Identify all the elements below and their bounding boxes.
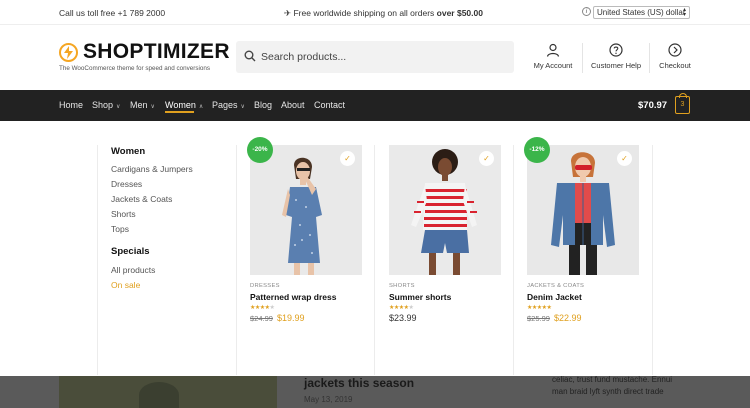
product-name[interactable]: Denim Jacket (527, 292, 582, 302)
sale-price: $19.99 (277, 313, 305, 323)
divider (649, 43, 650, 73)
arrow-right-circle-icon (668, 43, 682, 57)
nav-about[interactable]: About (281, 100, 305, 110)
star-rating: ★★★★★ (389, 305, 414, 311)
cart-total[interactable]: $70.97 (638, 100, 667, 111)
call-text: Call us toll free +1 789 2000 (59, 8, 166, 18)
select-arrows-icon: ▴ ▾ (682, 7, 686, 18)
discount-badge: -20% (247, 137, 273, 163)
help-icon (609, 43, 623, 57)
active-nav-underline (165, 111, 194, 113)
chevron-down-icon: ∨ (240, 104, 245, 110)
nav-men[interactable]: Men ∨ (130, 100, 155, 110)
column-divider (236, 145, 237, 375)
star-rating: ★★★★★ (250, 305, 275, 311)
product-category[interactable]: JACKETS & COATS (527, 283, 584, 289)
search-icon (244, 50, 256, 62)
column-divider (513, 145, 514, 375)
chevron-down-icon: ∨ (150, 104, 155, 110)
nav-home[interactable]: Home (59, 100, 83, 110)
site-header: SHOPTIMIZER The WooCommerce theme for sp… (0, 25, 750, 90)
menu-link-tops[interactable]: Tops (111, 224, 129, 234)
product-name[interactable]: Patterned wrap dress (250, 292, 336, 302)
menu-link-on-sale[interactable]: On sale (111, 280, 140, 290)
discount-badge: -12% (524, 137, 550, 163)
menu-link-jackets[interactable]: Jackets & Coats (111, 194, 172, 204)
chevron-up-icon: ∧ (198, 104, 204, 110)
sale-price: $22.99 (554, 313, 582, 323)
user-icon (546, 43, 560, 57)
blog-excerpt: celiac, trust fund mustache. Ennui man b… (552, 376, 673, 396)
product-name[interactable]: Summer shorts (389, 292, 451, 302)
nav-blog[interactable]: Blog (254, 100, 272, 110)
tagline: The WooCommerce theme for speed and conv… (59, 65, 211, 72)
checkout-link[interactable]: Checkout (656, 43, 694, 70)
column-divider (97, 145, 98, 375)
currency-select[interactable]: United States (US) dollar ▴ ▾ (593, 6, 690, 19)
column-divider (652, 145, 653, 375)
lightning-logo-icon[interactable] (59, 43, 78, 62)
chevron-down-icon: ∨ (116, 104, 121, 110)
menu-heading-specials[interactable]: Specials (111, 246, 150, 257)
nav-women[interactable]: Women ∧ (165, 100, 203, 110)
shipping-notice: ✈ Free worldwide shipping on all orders … (284, 8, 483, 18)
wishlist-check-icon[interactable]: ✓ (479, 151, 494, 166)
my-account-link[interactable]: My Account (530, 43, 576, 70)
star-rating: ★★★★★ (527, 305, 552, 311)
blog-post-image (59, 376, 277, 408)
nav-contact[interactable]: Contact (314, 100, 345, 110)
price: $23.99 (389, 313, 417, 323)
nav-pages[interactable]: Pages ∨ (212, 100, 245, 110)
old-price: $25.99 (527, 314, 550, 323)
menu-link-all-products[interactable]: All products (111, 265, 155, 275)
customer-help-link[interactable]: Customer Help (589, 43, 643, 70)
menu-link-dresses[interactable]: Dresses (111, 179, 142, 189)
menu-link-cardigans[interactable]: Cardigans & Jumpers (111, 164, 193, 174)
column-divider (374, 145, 375, 375)
top-bar: Call us toll free +1 789 2000 ✈ Free wor… (0, 0, 750, 25)
blog-post-title: jackets this season (304, 376, 415, 390)
blog-post-date: May 13, 2019 (304, 395, 353, 404)
search-box (236, 41, 514, 73)
wishlist-check-icon[interactable]: ✓ (340, 151, 355, 166)
women-mega-menu: Women Cardigans & Jumpers Dresses Jacket… (0, 121, 750, 376)
product-category[interactable]: SHORTS (389, 283, 415, 289)
divider (582, 43, 583, 73)
old-price: $24.99 (250, 314, 273, 323)
logo-text[interactable]: SHOPTIMIZER (83, 40, 230, 64)
cart-bag-icon[interactable]: 3 (675, 93, 690, 114)
info-icon[interactable]: i (582, 7, 591, 16)
page-content-overlay: jackets this season May 13, 2019 celiac,… (0, 376, 750, 408)
nav-shop[interactable]: Shop ∨ (92, 100, 120, 110)
search-input[interactable] (261, 49, 501, 65)
wishlist-check-icon[interactable]: ✓ (617, 151, 632, 166)
product-category[interactable]: DRESSES (250, 283, 280, 289)
menu-link-shorts[interactable]: Shorts (111, 209, 136, 219)
menu-heading-women[interactable]: Women (111, 146, 145, 157)
